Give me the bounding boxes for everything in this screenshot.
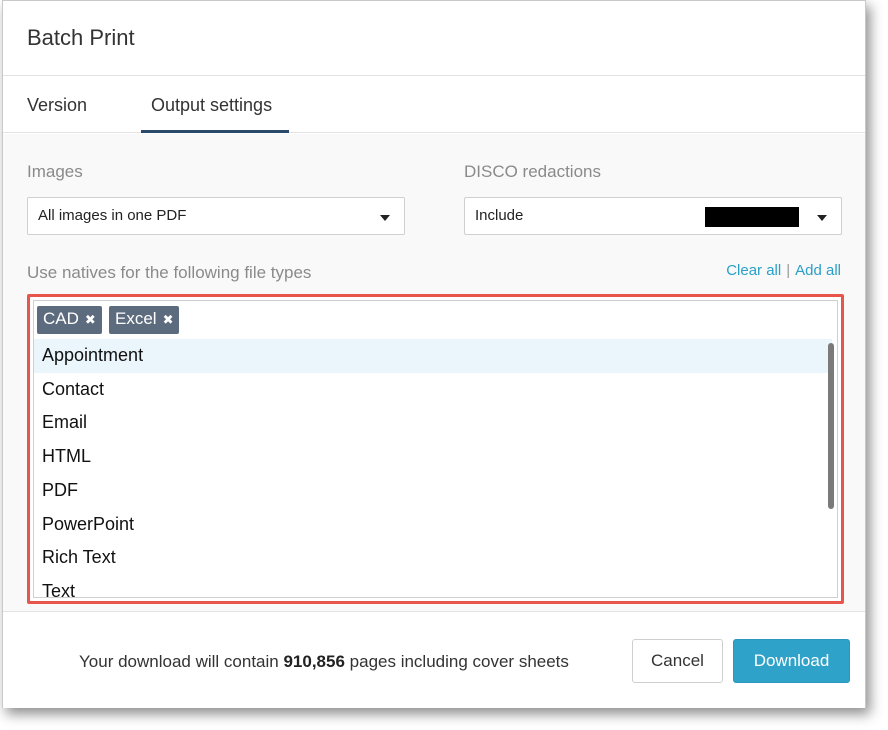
download-button[interactable]: Download (733, 639, 850, 683)
caret-down-icon (817, 215, 827, 221)
clear-all-link[interactable]: Clear all (726, 262, 781, 279)
remove-icon[interactable]: ✖ (163, 312, 174, 327)
multiselect-body: CAD ✖ Excel ✖ Appointment Contact Email HT… (33, 300, 838, 598)
selected-chip-cad: CAD ✖ (37, 306, 102, 334)
summary-suffix: pages including cover sheets (349, 652, 569, 671)
dialog-footer: Your download will contain 910,856 pages… (3, 612, 865, 708)
selected-chip-excel: Excel ✖ (109, 306, 180, 334)
download-summary: Your download will contain 910,856 pages… (79, 652, 569, 672)
dialog-title: Batch Print (27, 25, 135, 50)
output-settings-panel: Images All images in one PDF DISCO redac… (3, 134, 865, 612)
images-label: Images (27, 162, 83, 181)
natives-label: Use natives for the following file types (27, 263, 312, 282)
option-rich-text[interactable]: Rich Text (34, 541, 832, 575)
remove-icon[interactable]: ✖ (85, 312, 96, 327)
cancel-button[interactable]: Cancel (632, 639, 723, 683)
images-select-value: All images in one PDF (38, 207, 187, 224)
summary-prefix: Your download will contain (79, 652, 279, 671)
option-appointment[interactable]: Appointment (34, 339, 832, 373)
tab-bar: Version Output settings (3, 77, 865, 133)
link-separator: | (786, 262, 791, 279)
images-select[interactable]: All images in one PDF (27, 197, 405, 235)
page-count: 910,856 (283, 652, 345, 671)
disco-select-value: Include (475, 207, 524, 224)
option-pdf[interactable]: PDF (34, 474, 832, 508)
disco-redactions-select[interactable]: Include (464, 197, 842, 235)
file-types-multiselect[interactable]: CAD ✖ Excel ✖ Appointment Contact Email HT… (27, 294, 844, 604)
option-powerpoint[interactable]: PowerPoint (34, 508, 832, 542)
chip-label: CAD (43, 309, 79, 328)
natives-actions: Clear all | Add all (726, 262, 841, 279)
dialog-header: Batch Print (3, 1, 865, 76)
option-html[interactable]: HTML (34, 440, 832, 474)
tab-output-settings[interactable]: Output settings (151, 95, 272, 116)
option-email[interactable]: Email (34, 406, 832, 440)
option-text[interactable]: Text (34, 575, 832, 597)
tab-version[interactable]: Version (27, 95, 87, 116)
option-contact[interactable]: Contact (34, 373, 832, 407)
options-scrollbar[interactable] (828, 343, 834, 509)
redaction-block (705, 207, 799, 227)
disco-redactions-label: DISCO redactions (464, 162, 601, 181)
caret-down-icon (380, 215, 390, 221)
chip-label: Excel (115, 309, 157, 328)
add-all-link[interactable]: Add all (795, 262, 841, 279)
batch-print-dialog: Batch Print Version Output settings Imag… (2, 0, 866, 708)
active-tab-indicator (141, 130, 289, 133)
